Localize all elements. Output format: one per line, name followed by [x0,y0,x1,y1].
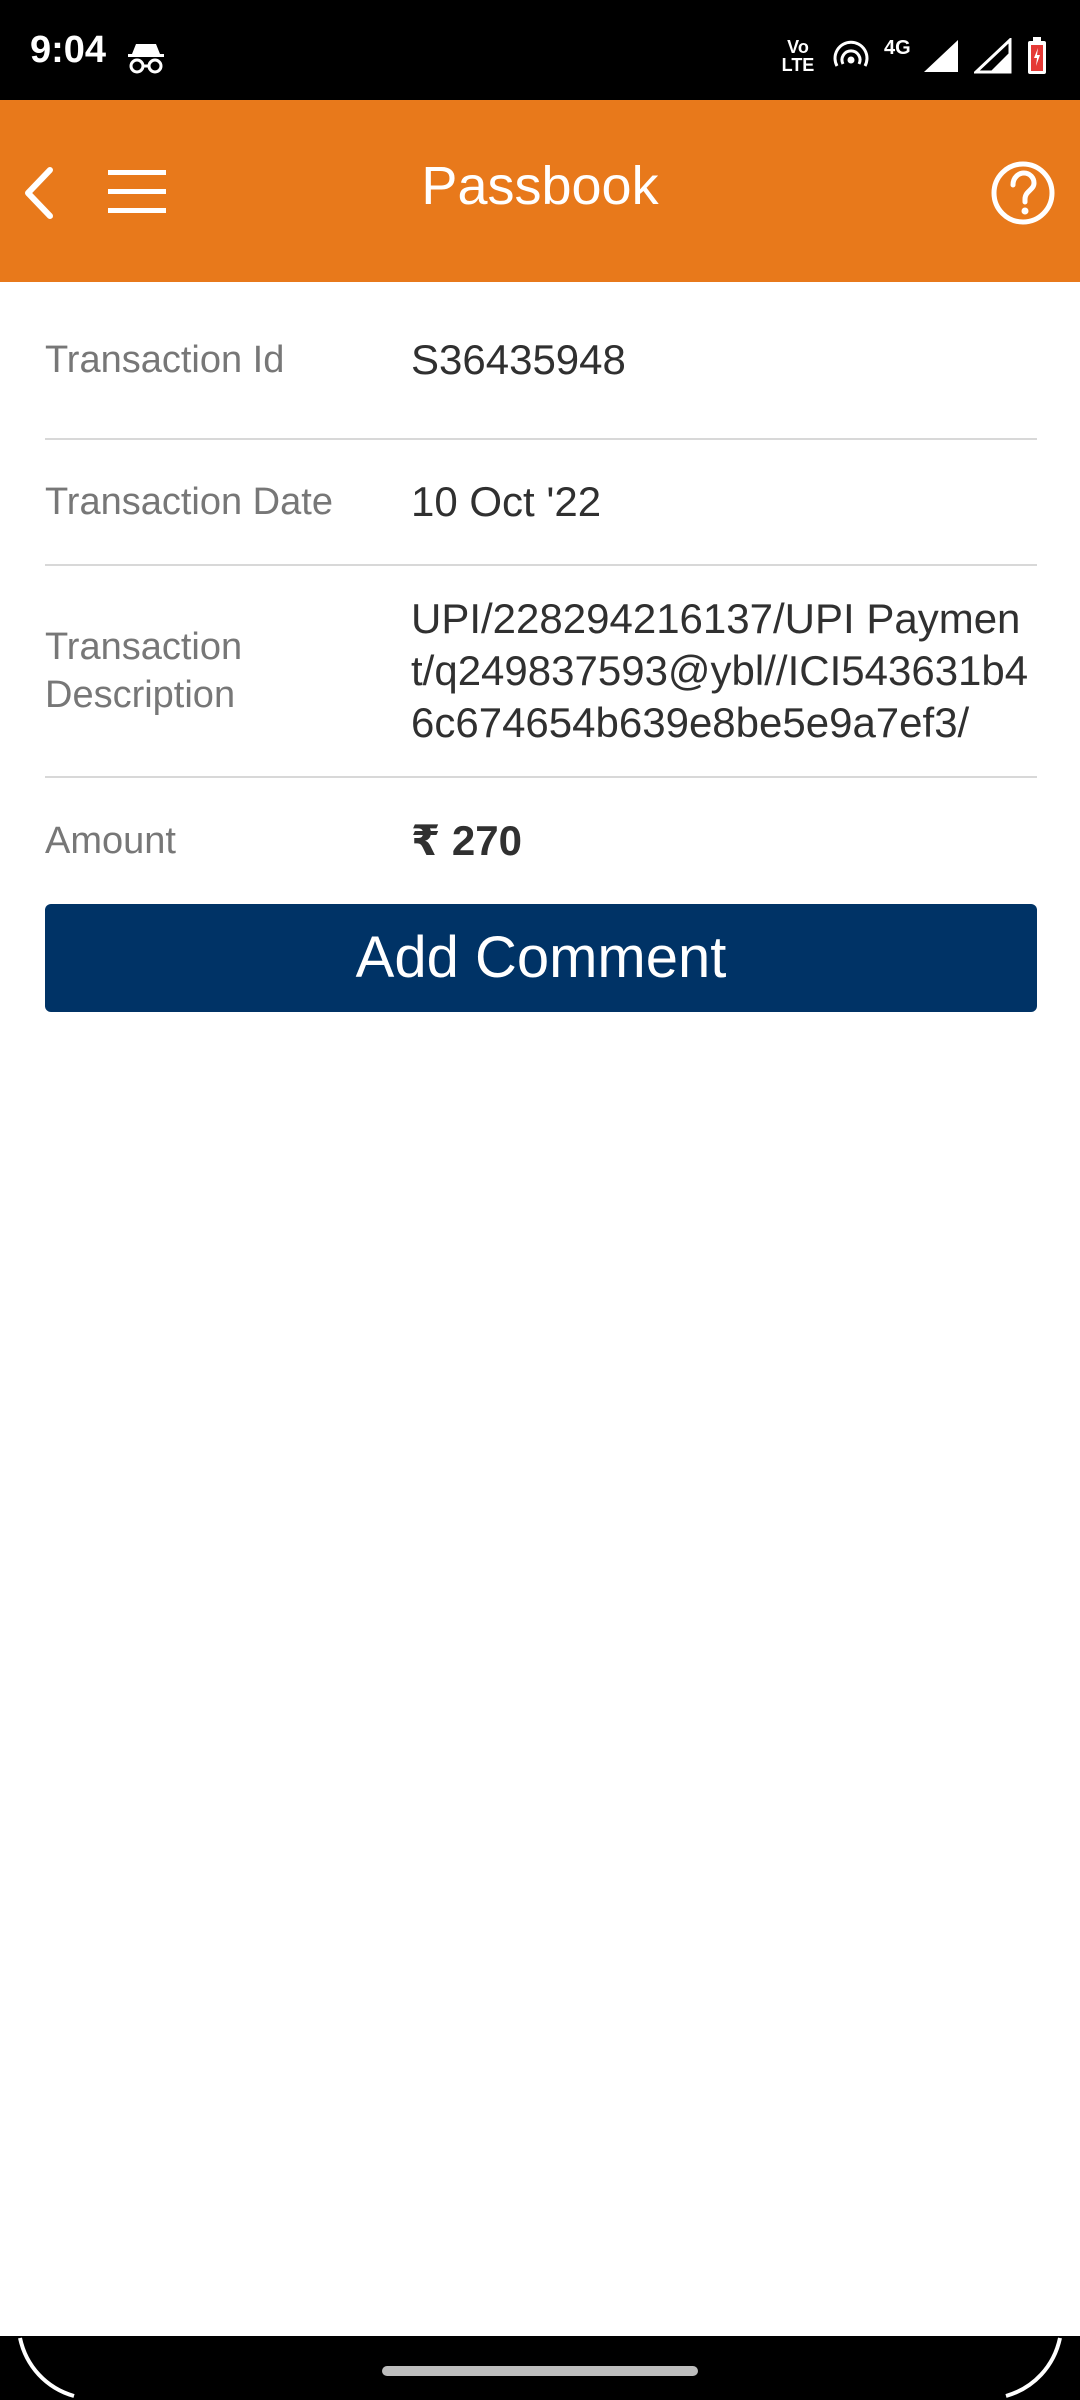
transaction-description-value: UPI/228294216137/UPI Payment/q249837593@… [411,595,1029,746]
amount-label: Amount [45,820,176,862]
network-type-label: 4G [884,37,911,59]
home-gesture-handle[interactable] [382,2366,698,2376]
signal-icon-2 [974,38,1012,74]
transaction-description-label-line1: Transaction [45,626,243,668]
help-button[interactable] [988,158,1058,228]
amount-row: Amount ₹ 270 [45,778,1037,904]
navigation-bar [0,2336,1080,2400]
transaction-id-row: Transaction Id S36435948 [45,282,1037,440]
hotspot-icon [833,40,869,67]
battery-icon [1028,37,1046,74]
page-title: Passbook [421,156,659,216]
transaction-id-label: Transaction Id [45,339,285,381]
help-circle-icon [991,161,1055,225]
transaction-description-row: Transaction Description UPI/228294216137… [45,566,1037,778]
transaction-description-label: Transaction Description [45,623,411,719]
screen-corner-right [1005,2337,1062,2398]
volte-label-bottom: LTE [781,55,815,75]
transaction-date-row: Transaction Date 10 Oct '22 [45,440,1037,566]
volte-label-top: Vo [787,37,809,57]
transaction-date-value: 10 Oct '22 [411,478,602,525]
volte-indicator: Vo LTE [778,38,818,74]
add-comment-button[interactable]: Add Comment [45,904,1037,1012]
app-bar: Passbook [0,100,1080,282]
incognito-icon [128,44,164,74]
transaction-id-value: S36435948 [411,336,626,383]
transaction-date-label: Transaction Date [45,481,333,523]
screen-corner-left [18,2337,75,2398]
status-time: 9:04 [30,29,107,71]
amount-value: ₹ 270 [411,817,522,864]
transaction-details: Transaction Id S36435948 Transaction Dat… [45,282,1037,904]
transaction-description-label-line2: Description [45,674,236,716]
status-bar: 9:04 Vo LTE 4G [0,0,1080,100]
signal-icon [924,40,958,72]
